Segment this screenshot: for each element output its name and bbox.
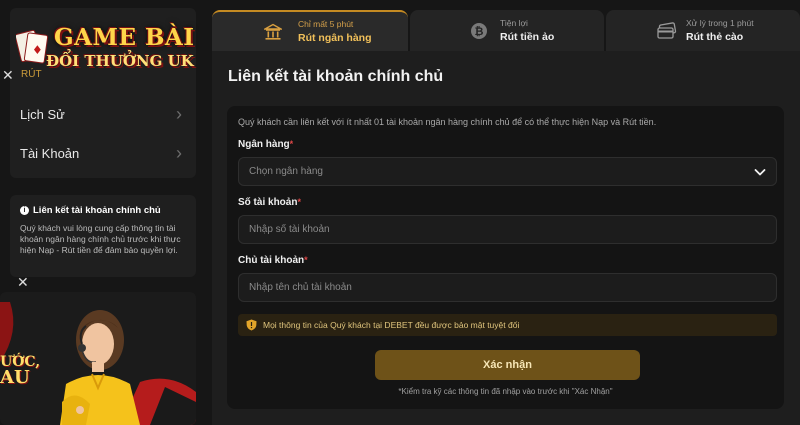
main-panel: Liên kết tài khoản chính chủ Quý khách c… [212,51,800,425]
confirm-button[interactable]: Xác nhận [375,350,640,380]
logo-subtitle: ĐỔI THƯỞNG UK [46,52,194,70]
account-number-label: Số tài khoản* [238,197,301,208]
bank-link-form: Quý khách cần liên kết với ít nhất 01 tà… [227,106,784,409]
required-mark: * [297,197,301,207]
promo-text-2: AU [0,367,30,388]
promo-banner[interactable]: ƯỚC, AU [0,292,196,425]
security-notice: Mọi thông tin của Quý khách tại DEBET đề… [238,314,777,336]
account-number-field[interactable] [238,215,777,244]
logo-title: GAME BÀI [54,24,195,51]
sidebar-item-account[interactable]: Tài Khoản › [10,133,196,173]
svg-text:♦: ♦ [32,43,43,57]
info-text: Quý khách vui lòng cung cấp thông tin tà… [20,223,181,255]
sidebar-item-label: Lịch Sử [20,106,65,122]
info-box: i Liên kết tài khoản chính chủ Quý khách… [10,195,196,277]
sidebar-item-label: Tài Khoản [20,145,80,161]
bitcoin-icon: ₿ [468,20,490,42]
tab-label: Rút thẻ cào [686,31,744,43]
bank-select-value: Chọn ngân hàng [249,166,323,177]
tab-label: Rút ngân hàng [298,32,372,44]
bank-select[interactable]: Chọn ngân hàng [238,157,777,186]
info-title: Liên kết tài khoản chính chủ [33,205,161,216]
required-mark: * [289,139,294,149]
sidebar-item-rut-partial[interactable]: RÚT [21,69,42,80]
tab-label: Rút tiền ảo [500,31,555,43]
account-holder-field[interactable] [238,273,777,302]
sidebar-item-history[interactable]: Lịch Sử › [10,94,196,134]
tab-subtitle: Tiện lợi [500,18,528,28]
account-holder-label: Chủ tài khoản* [238,255,308,266]
bank-icon [262,21,284,43]
chevron-down-icon [754,169,766,176]
account-holder-input[interactable] [249,282,766,293]
notice-text: Mọi thông tin của Quý khách tại DEBET đề… [263,320,520,330]
close-icon[interactable]: ✕ [2,68,14,82]
bank-field-label: Ngân hàng* [238,139,294,150]
tab-subtitle: Xử lý trong 1 phút [686,18,754,28]
form-description: Quý khách cần liên kết với ít nhất 01 tà… [238,117,657,127]
account-number-input[interactable] [249,224,766,235]
close-icon[interactable]: ✕ [17,275,29,289]
card-icon [656,20,678,42]
tab-subtitle: Chỉ mất 5 phút [298,19,354,29]
info-icon: i [20,206,29,215]
tab-card-withdraw[interactable]: Xử lý trong 1 phút Rút thẻ cào [606,10,800,51]
required-mark: * [304,255,308,265]
chevron-right-icon: › [176,142,182,163]
svg-text:₿: ₿ [475,25,484,38]
chevron-right-icon: › [176,103,182,124]
page-title: Liên kết tài khoản chính chủ [228,68,444,85]
tab-crypto-withdraw[interactable]: ₿ Tiện lợi Rút tiền ảo [410,10,604,51]
shield-icon [246,319,257,331]
footnote: *Kiểm tra kỹ các thông tin đã nhập vào t… [398,387,613,396]
tab-bank-withdraw[interactable]: Chỉ mất 5 phút Rút ngân hàng [212,10,408,51]
left-column: ♦ GAME BÀI ĐỔI THƯỞNG UK RÚT ✕ Lịch Sử ›… [0,0,205,425]
